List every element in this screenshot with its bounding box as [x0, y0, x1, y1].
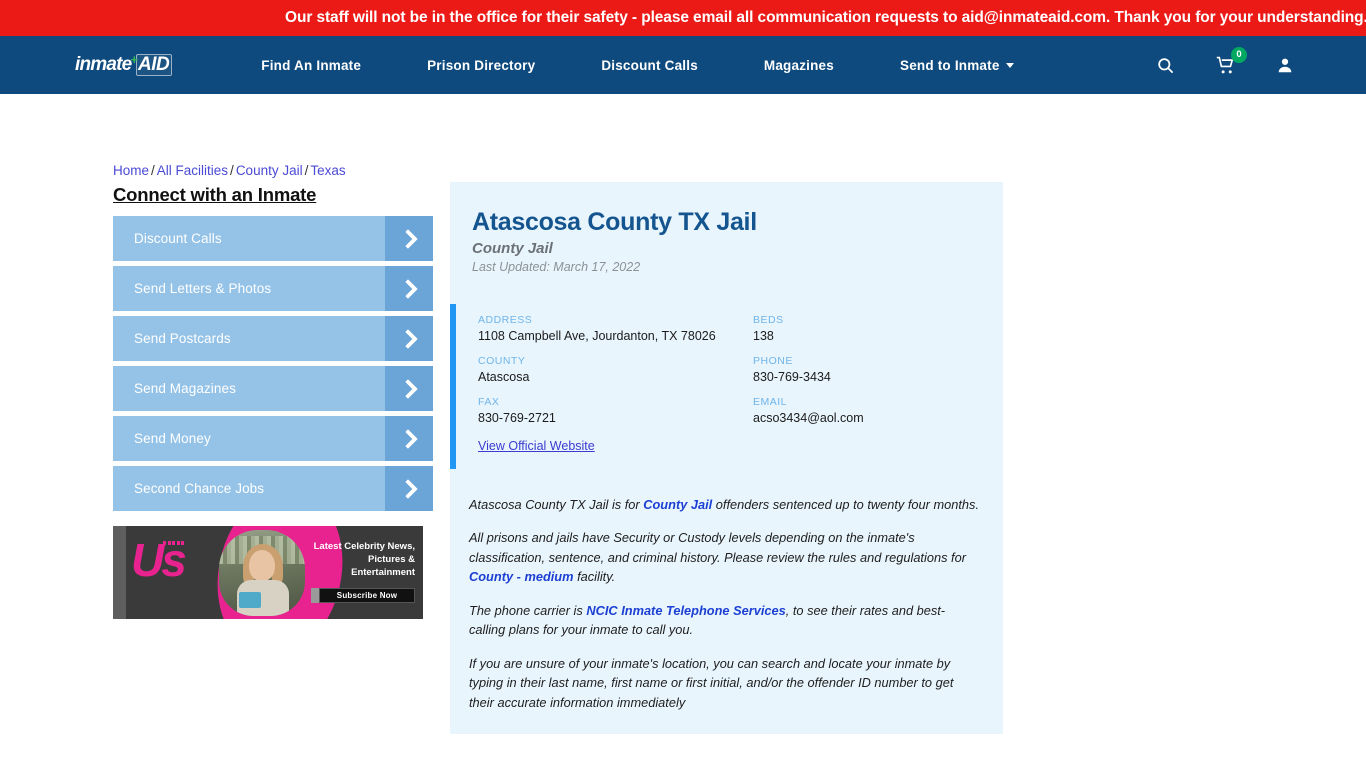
facility-last-updated: Last Updated: March 17, 2022 [472, 260, 641, 274]
facility-info-grid: ADDRESS 1108 Campbell Ave, Jourdanton, T… [456, 314, 1003, 425]
nav-item-magazines[interactable]: Magazines [731, 58, 867, 73]
field-label: BEDS [753, 314, 784, 326]
facility-field-county: COUNTY Atascosa [478, 355, 753, 384]
breadcrumb-separator: / [230, 163, 234, 178]
sidebar-item-label: Send Letters & Photos [134, 281, 272, 296]
desc-p1-text-b: offenders sentenced up to twenty four mo… [712, 497, 979, 512]
breadcrumb-item-home[interactable]: Home [113, 163, 149, 178]
field-value: Atascosa [478, 370, 530, 384]
logo-plus-icon: + [130, 51, 139, 67]
desc-p3-text-a: The phone carrier is [469, 602, 587, 618]
nav-item-discount-calls[interactable]: Discount Calls [568, 58, 731, 73]
chevron-right-icon [385, 266, 433, 311]
facility-info-panel: ADDRESS 1108 Campbell Ave, Jourdanton, T… [450, 304, 1003, 469]
chevron-right-icon [385, 316, 433, 361]
description-paragraph-1: Atascosa County TX Jail is for County Ja… [469, 495, 981, 514]
field-value: 1108 Campbell Ave, Jourdanton, TX 78026 [478, 329, 716, 343]
cart-icon[interactable]: 0 [1215, 46, 1247, 75]
sidebar-item-send-letters-photos[interactable]: Send Letters & Photos [113, 266, 433, 311]
sidebar-item-label: Send Postcards [134, 331, 231, 346]
ad-edge-strip [113, 526, 126, 619]
nav-links: Find An Inmate Prison Directory Discount… [228, 58, 1046, 73]
field-value: 830-769-3434 [753, 370, 831, 384]
field-label: COUNTY [478, 355, 526, 367]
field-label: EMAIL [753, 396, 788, 408]
facility-field-phone: PHONE 830-769-3434 [753, 355, 1003, 384]
facility-description: Atascosa County TX Jail is for County Ja… [450, 469, 1003, 734]
chevron-right-icon [385, 416, 433, 461]
ad-subscribe-button[interactable]: Subscribe Now [319, 588, 415, 603]
chevron-right-icon [385, 466, 433, 511]
sidebar-item-send-money[interactable]: Send Money [113, 416, 433, 461]
facility-card-header: Atascosa County TX Jail County Jail Last… [450, 208, 1003, 274]
nav-item-send-to-inmate-label: Send to Inmate [899, 57, 1000, 73]
sidebar-heading: Connect with an Inmate [113, 184, 317, 205]
page-title: Atascosa County TX Jail [472, 208, 757, 236]
breadcrumb: Home / All Facilities / County Jail / Texas [113, 163, 346, 178]
facility-field-beds: BEDS 138 [753, 314, 1003, 343]
ad-logo-dots-icon [163, 541, 184, 545]
facility-field-address: ADDRESS 1108 Campbell Ave, Jourdanton, T… [478, 314, 753, 343]
field-value: 138 [753, 329, 774, 343]
user-icon[interactable] [1276, 56, 1294, 75]
sidebar-item-discount-calls[interactable]: Discount Calls [113, 216, 433, 261]
search-icon[interactable] [1156, 56, 1175, 75]
desc-p3-link-ncic[interactable]: NCIC Inmate Telephone Services [586, 603, 785, 618]
desc-p2-text-b: facility. [573, 569, 616, 585]
sidebar-item-label: Send Money [134, 431, 211, 446]
chevron-right-icon [385, 366, 433, 411]
nav-utility-icons: 0 [1156, 46, 1294, 75]
desc-p1-text-a: Atascosa County TX Jail is for [469, 497, 644, 512]
breadcrumb-item-all-facilities[interactable]: All Facilities [157, 163, 228, 178]
main-navbar: inmate + AID Find An Inmate Prison Direc… [0, 36, 1366, 94]
site-logo[interactable]: inmate + AID [75, 51, 173, 78]
logo-word-aid: AID [136, 54, 173, 76]
field-label: FAX [478, 396, 500, 408]
chevron-down-icon [1005, 62, 1014, 68]
facility-type: County Jail [472, 240, 553, 257]
description-paragraph-2: All prisons and jails have Security or C… [469, 528, 981, 586]
facility-field-email: EMAIL acso3434@aol.com [753, 396, 1003, 425]
chevron-right-icon [385, 216, 433, 261]
breadcrumb-separator: / [151, 163, 155, 178]
site-alert-text: Our staff will not be in the office for … [285, 9, 1366, 26]
site-alert-banner: Our staff will not be in the office for … [0, 0, 1366, 36]
facility-card: Atascosa County TX Jail County Jail Last… [450, 182, 1003, 734]
nav-item-find-an-inmate[interactable]: Find An Inmate [228, 58, 394, 73]
field-value: acso3434@aol.com [753, 411, 864, 425]
sidebar-item-label: Discount Calls [134, 231, 222, 246]
breadcrumb-item-texas[interactable]: Texas [310, 163, 345, 178]
nav-item-prison-directory[interactable]: Prison Directory [394, 58, 568, 73]
desc-p2-link-county-medium[interactable]: County - medium [469, 569, 574, 584]
field-label: ADDRESS [478, 314, 533, 326]
nav-item-send-to-inmate[interactable]: Send to Inmate [867, 58, 1047, 73]
logo-word-inmate: inmate [75, 54, 132, 75]
ad-photo [219, 530, 305, 616]
sidebar-item-send-magazines[interactable]: Send Magazines [113, 366, 433, 411]
sidebar-menu: Discount Calls Send Letters & Photos Sen… [113, 216, 433, 516]
facility-field-fax: FAX 830-769-2721 [478, 396, 753, 425]
sidebar-item-send-postcards[interactable]: Send Postcards [113, 316, 433, 361]
ad-headline: Latest Celebrity News, Pictures & Entert… [313, 541, 415, 578]
desc-p2-text-a: All prisons and jails have Security or C… [469, 530, 966, 565]
view-official-website-link[interactable]: View Official Website [478, 439, 595, 453]
field-label: PHONE [753, 355, 793, 367]
description-paragraph-4: If you are unsure of your inmate's locat… [469, 655, 954, 710]
sidebar-item-label: Second Chance Jobs [134, 481, 265, 496]
desc-p1-link-county-jail[interactable]: County Jail [643, 497, 712, 512]
field-value: 830-769-2721 [478, 411, 556, 425]
breadcrumb-item-county-jail[interactable]: County Jail [236, 163, 303, 178]
description-paragraph-3: The phone carrier is NCIC Inmate Telepho… [469, 601, 981, 640]
sidebar-item-second-chance-jobs[interactable]: Second Chance Jobs [113, 466, 433, 511]
sidebar-item-label: Send Magazines [134, 381, 236, 396]
cart-count-badge: 0 [1231, 46, 1247, 63]
sidebar-advertisement[interactable]: Us Latest Celebrity News, Pictures & Ent… [113, 526, 423, 619]
